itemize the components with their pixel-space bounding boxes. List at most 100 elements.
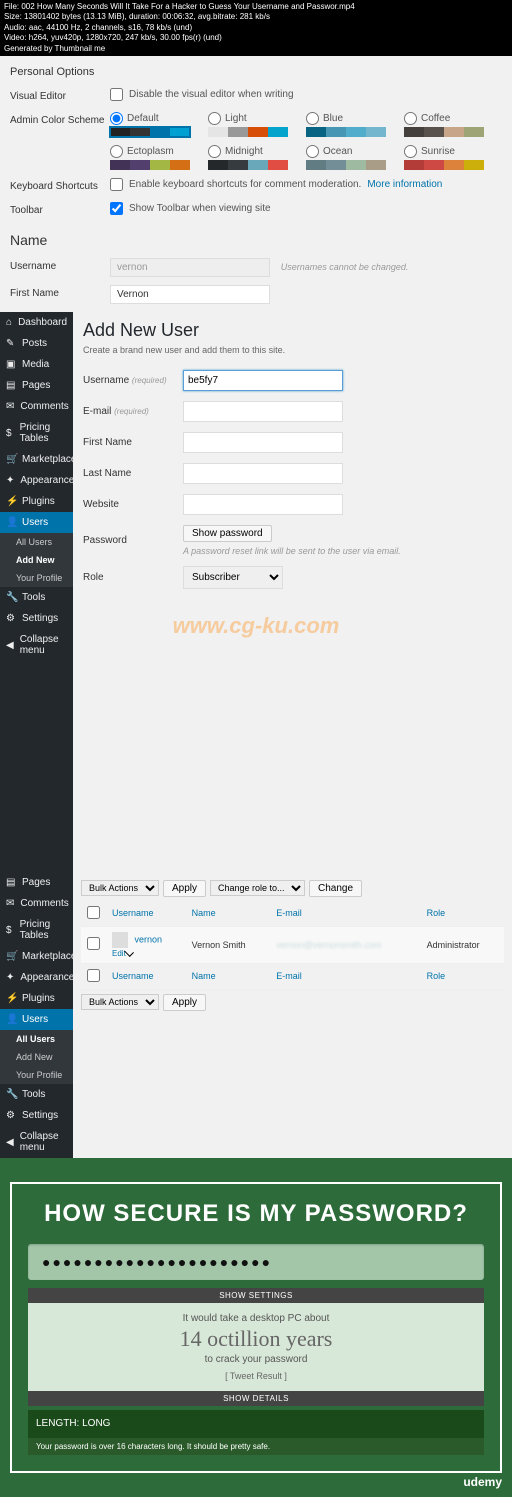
add-lastname-input[interactable]: [183, 463, 343, 484]
color-scheme-coffee[interactable]: Coffee: [404, 112, 494, 137]
sidebar-sub-your-profile[interactable]: Your Profile: [0, 569, 73, 587]
row-email[interactable]: vernon@vernonsmith.com: [276, 940, 381, 950]
sidebar-item-plugins[interactable]: ⚡Plugins: [0, 491, 73, 512]
show-details-button[interactable]: SHOW DETAILS: [28, 1391, 484, 1406]
sidebar-item-settings[interactable]: ⚙Settings: [0, 1105, 73, 1126]
col-email[interactable]: E-mail: [270, 901, 420, 927]
row-checkbox[interactable]: [87, 937, 100, 950]
sidebar-item-comments[interactable]: ✉Comments: [0, 396, 73, 417]
color-scheme-default[interactable]: Default: [110, 112, 200, 137]
sidebar-item-marketplace[interactable]: 🛒Marketplace: [0, 946, 73, 967]
sidebar-item-label: Collapse menu: [20, 1131, 67, 1153]
bulk-actions-select-bottom[interactable]: Bulk Actions: [81, 994, 159, 1010]
col-name[interactable]: Name: [186, 901, 271, 927]
sidebar-sub-all-users[interactable]: All Users: [0, 533, 73, 551]
sidebar-item-label: Users: [22, 1014, 48, 1025]
sidebar-sub-add-new[interactable]: Add New: [0, 1048, 73, 1066]
visual-editor-checkbox[interactable]: [110, 88, 123, 101]
table-row[interactable]: vernon Edit Vernon Smith vernon@vernonsm…: [81, 926, 504, 963]
sidebar-item-dashboard[interactable]: ⌂Dashboard: [0, 312, 73, 333]
sidebar-item-comments[interactable]: ✉Comments: [0, 893, 73, 914]
sidebar-sub-your-profile[interactable]: Your Profile: [0, 1066, 73, 1084]
sidebar-sub-all-users[interactable]: All Users: [0, 1030, 73, 1048]
add-username-input[interactable]: [183, 370, 343, 391]
add-username-label: Username (required): [83, 375, 183, 386]
sidebar-item-plugins[interactable]: ⚡Plugins: [0, 988, 73, 1009]
row-name: Vernon Smith: [186, 926, 271, 963]
sidebar-item-pages[interactable]: ▤Pages: [0, 375, 73, 396]
more-info-link[interactable]: More information: [367, 179, 442, 190]
sidebar-item-appearance[interactable]: ✦Appearance: [0, 967, 73, 988]
settings-icon: ⚙: [6, 613, 16, 623]
sidebar-item-pricing-tables[interactable]: $Pricing Tables: [0, 914, 73, 946]
collapse-menu[interactable]: ◀Collapse menu: [0, 629, 73, 661]
sidebar-item-tools[interactable]: 🔧Tools: [0, 1084, 73, 1105]
color-scheme-ocean[interactable]: Ocean: [306, 145, 396, 170]
length-description: Your password is over 16 characters long…: [28, 1438, 484, 1455]
sidebar-item-users[interactable]: 👤 Users: [0, 1009, 73, 1030]
col-username[interactable]: Username: [106, 901, 186, 927]
color-scheme-midnight[interactable]: Midnight: [208, 145, 298, 170]
color-scheme-light[interactable]: Light: [208, 112, 298, 137]
color-scheme-radio[interactable]: [110, 145, 123, 158]
apply-button-bottom[interactable]: Apply: [163, 994, 206, 1011]
sidebar-item-pages[interactable]: ▤Pages: [0, 872, 73, 893]
sidebar-item-tools[interactable]: 🔧 Tools: [0, 587, 73, 608]
apply-button-top[interactable]: Apply: [163, 880, 206, 897]
sidebar-item-users[interactable]: 👤Users: [0, 512, 73, 533]
sidebar-item-label: Users: [22, 517, 48, 528]
select-all-top[interactable]: [87, 906, 100, 919]
first-name-input[interactable]: [110, 285, 270, 304]
add-role-label: Role: [83, 572, 183, 583]
plugins-icon: ⚡: [6, 496, 16, 506]
change-role-select[interactable]: Change role to...: [210, 880, 305, 896]
color-scheme-radio[interactable]: [306, 145, 319, 158]
change-button[interactable]: Change: [309, 880, 362, 897]
color-scheme-radio[interactable]: [306, 112, 319, 125]
color-scheme-sunrise[interactable]: Sunrise: [404, 145, 494, 170]
sidebar-item-settings[interactable]: ⚙Settings: [0, 608, 73, 629]
add-email-label: E-mail (required): [83, 406, 183, 417]
sidebar-item-posts[interactable]: ✎Posts: [0, 333, 73, 354]
keyboard-shortcuts-checkbox[interactable]: [110, 178, 123, 191]
color-scheme-radio[interactable]: [404, 145, 417, 158]
username-input: [110, 258, 270, 277]
tools-icon: 🔧: [6, 592, 16, 602]
sidebar-item-label: Tools: [22, 592, 45, 603]
add-website-input[interactable]: [183, 494, 343, 515]
sidebar-item-appearance[interactable]: ✦Appearance: [0, 470, 73, 491]
marketplace-icon: 🛒: [6, 454, 16, 464]
dashboard-icon: ⌂: [6, 317, 12, 327]
toolbar-checkbox[interactable]: [110, 202, 123, 215]
sidebar-item-label: Marketplace: [22, 951, 76, 962]
crack-time-prefix: It would take a desktop PC about: [38, 1313, 474, 1324]
users-icon: 👤: [6, 1014, 16, 1024]
color-scheme-blue[interactable]: Blue: [306, 112, 396, 137]
show-settings-button[interactable]: SHOW SETTINGS: [28, 1288, 484, 1303]
color-scheme-radio[interactable]: [110, 112, 123, 125]
color-scheme-radio[interactable]: [404, 112, 417, 125]
pw-input[interactable]: ●●●●●●●●●●●●●●●●●●●●●●: [28, 1244, 484, 1280]
row-username-link[interactable]: vernon: [135, 934, 163, 944]
collapse-menu[interactable]: ◀ Collapse menu: [0, 1126, 73, 1158]
sidebar-sub-add-new[interactable]: Add New: [0, 551, 73, 569]
collapse-icon: ◀: [6, 1137, 14, 1147]
sidebar-item-label: Comments: [20, 898, 68, 909]
color-scheme-radio[interactable]: [208, 112, 221, 125]
color-scheme-radio[interactable]: [208, 145, 221, 158]
username-note: Usernames cannot be changed.: [281, 262, 409, 272]
sidebar-item-media[interactable]: ▣Media: [0, 354, 73, 375]
bulk-actions-select[interactable]: Bulk Actions: [81, 880, 159, 896]
sidebar-item-pricing-tables[interactable]: $Pricing Tables: [0, 417, 73, 449]
add-role-select[interactable]: Subscriber: [183, 566, 283, 589]
show-password-button[interactable]: Show password: [183, 525, 272, 542]
sidebar-item-marketplace[interactable]: 🛒Marketplace: [0, 449, 73, 470]
add-firstname-input[interactable]: [183, 432, 343, 453]
pw-checker-title: HOW SECURE IS MY PASSWORD?: [28, 1200, 484, 1228]
color-scheme-ectoplasm[interactable]: Ectoplasm: [110, 145, 200, 170]
toolbar-label: Toolbar: [10, 202, 110, 216]
add-email-input[interactable]: [183, 401, 343, 422]
select-all-bottom[interactable]: [87, 969, 100, 982]
col-role[interactable]: Role: [421, 901, 504, 927]
tweet-link[interactable]: [ Tweet Result ]: [38, 1371, 474, 1381]
